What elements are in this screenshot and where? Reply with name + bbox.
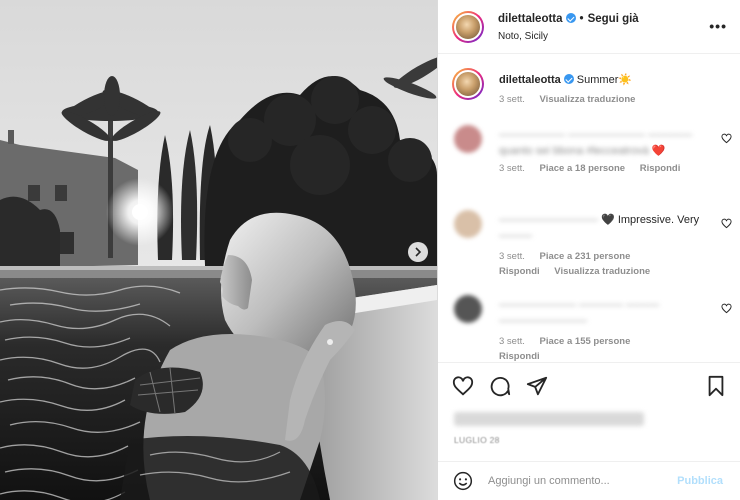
post-side-panel: dilettaleotta • Segui già Noto, Sicily •••… — [437, 0, 740, 500]
author-username[interactable]: dilettaleotta — [498, 13, 563, 25]
commenter-avatar[interactable] — [454, 295, 482, 323]
carousel-next-button[interactable] — [408, 242, 428, 262]
heart-icon[interactable] — [452, 375, 474, 397]
comment-meta: 3 sett. Piace a 155 persone — [499, 336, 630, 347]
caption-translate-link[interactable]: Visualizza traduzione — [540, 94, 636, 105]
verified-badge-icon — [563, 74, 574, 84]
post-actions-bar: LUGLIO 28 — [438, 362, 740, 460]
comment-like-heart-icon[interactable] — [721, 303, 732, 314]
follow-button[interactable]: Segui già — [588, 13, 639, 25]
comment-like-heart-icon[interactable] — [721, 133, 732, 144]
publish-button[interactable]: Pubblica — [677, 475, 723, 487]
author-avatar[interactable] — [452, 11, 484, 43]
comment-time: 3 sett. — [499, 336, 525, 347]
separator-dot: • — [579, 13, 584, 25]
comment-composer: Pubblica — [438, 461, 740, 500]
comment-text: —————— ——————— ———— quanto sei bbona #le… — [499, 127, 714, 159]
send-icon[interactable] — [526, 375, 548, 397]
comment-text-line2: ——— — [499, 230, 532, 242]
comment-blurred-username: ————————— — [499, 214, 598, 226]
post-location[interactable]: Noto, Sicily — [498, 31, 548, 42]
caption-time: 3 sett. — [499, 94, 525, 105]
comment-reply-link[interactable]: Rispondi — [499, 266, 540, 277]
caption-text-line: dilettaleotta Summer☀️ — [499, 72, 714, 88]
emoji-icon[interactable] — [453, 471, 473, 491]
comment-icon[interactable] — [489, 375, 511, 397]
caption-meta: 3 sett. Visualizza traduzione — [499, 94, 635, 105]
post-header: dilettaleotta • Segui già Noto, Sicily ••• — [438, 0, 740, 54]
comment-text-line2: ———————— — [499, 315, 587, 327]
comment-like-heart-icon[interactable] — [721, 218, 732, 229]
comment-translate-link[interactable]: Visualizza traduzione — [554, 266, 650, 277]
comment-reply-link[interactable]: Rispondi — [640, 163, 681, 174]
author-line: dilettaleotta • Segui già — [498, 13, 639, 25]
caption-author-avatar[interactable] — [452, 68, 484, 100]
comment-meta-row2: Rispondi — [499, 351, 540, 362]
red-heart-icon: ❤️ — [651, 145, 666, 157]
comment-blurred-text: —————— ——————— ———— — [499, 129, 693, 141]
comment-likes-link[interactable]: Piace a 18 persone — [540, 163, 626, 174]
pool-photo-image — [0, 0, 437, 500]
caption-username[interactable]: dilettaleotta — [499, 74, 561, 86]
likes-count-blurred[interactable] — [454, 412, 644, 426]
comment-text-line2: quanto sei bbona #lecceatrovà — [499, 145, 649, 157]
caption-text: Summer☀️ — [576, 74, 633, 86]
comment-likes-link[interactable]: Piace a 231 persone — [540, 251, 631, 262]
verified-badge-icon — [565, 13, 576, 23]
comment-time: 3 sett. — [499, 251, 525, 262]
comment-meta: 3 sett. Piace a 18 persone Rispondi — [499, 163, 680, 174]
commenter-avatar[interactable] — [454, 125, 482, 153]
post-date[interactable]: LUGLIO 28 — [454, 435, 500, 445]
comment-likes-link[interactable]: Piace a 155 persone — [540, 336, 631, 347]
comment-input[interactable] — [488, 472, 658, 490]
commenter-avatar[interactable] — [454, 210, 482, 238]
comment-meta-row2: Rispondi Visualizza traduzione — [499, 266, 650, 277]
comment-text: ——————— ———— ——— ———————— — [499, 297, 714, 329]
chevron-right-icon — [415, 247, 422, 257]
comment-blurred-text: ——————— ———— ——— — [499, 299, 660, 311]
comment-time: 3 sett. — [499, 163, 525, 174]
more-options-icon[interactable]: ••• — [709, 18, 727, 34]
bookmark-icon[interactable] — [705, 375, 727, 397]
comment-meta: 3 sett. Piace a 231 persone — [499, 251, 630, 262]
comment-text-visible: 🖤 Impressive. Very — [601, 214, 700, 226]
comment-reply-link[interactable]: Rispondi — [499, 351, 540, 362]
comment-text: ————————— 🖤 Impressive. Very ——— — [499, 212, 714, 244]
post-photo[interactable] — [0, 0, 437, 500]
comments-list[interactable]: dilettaleotta Summer☀️ 3 sett. Visualizz… — [438, 55, 740, 362]
